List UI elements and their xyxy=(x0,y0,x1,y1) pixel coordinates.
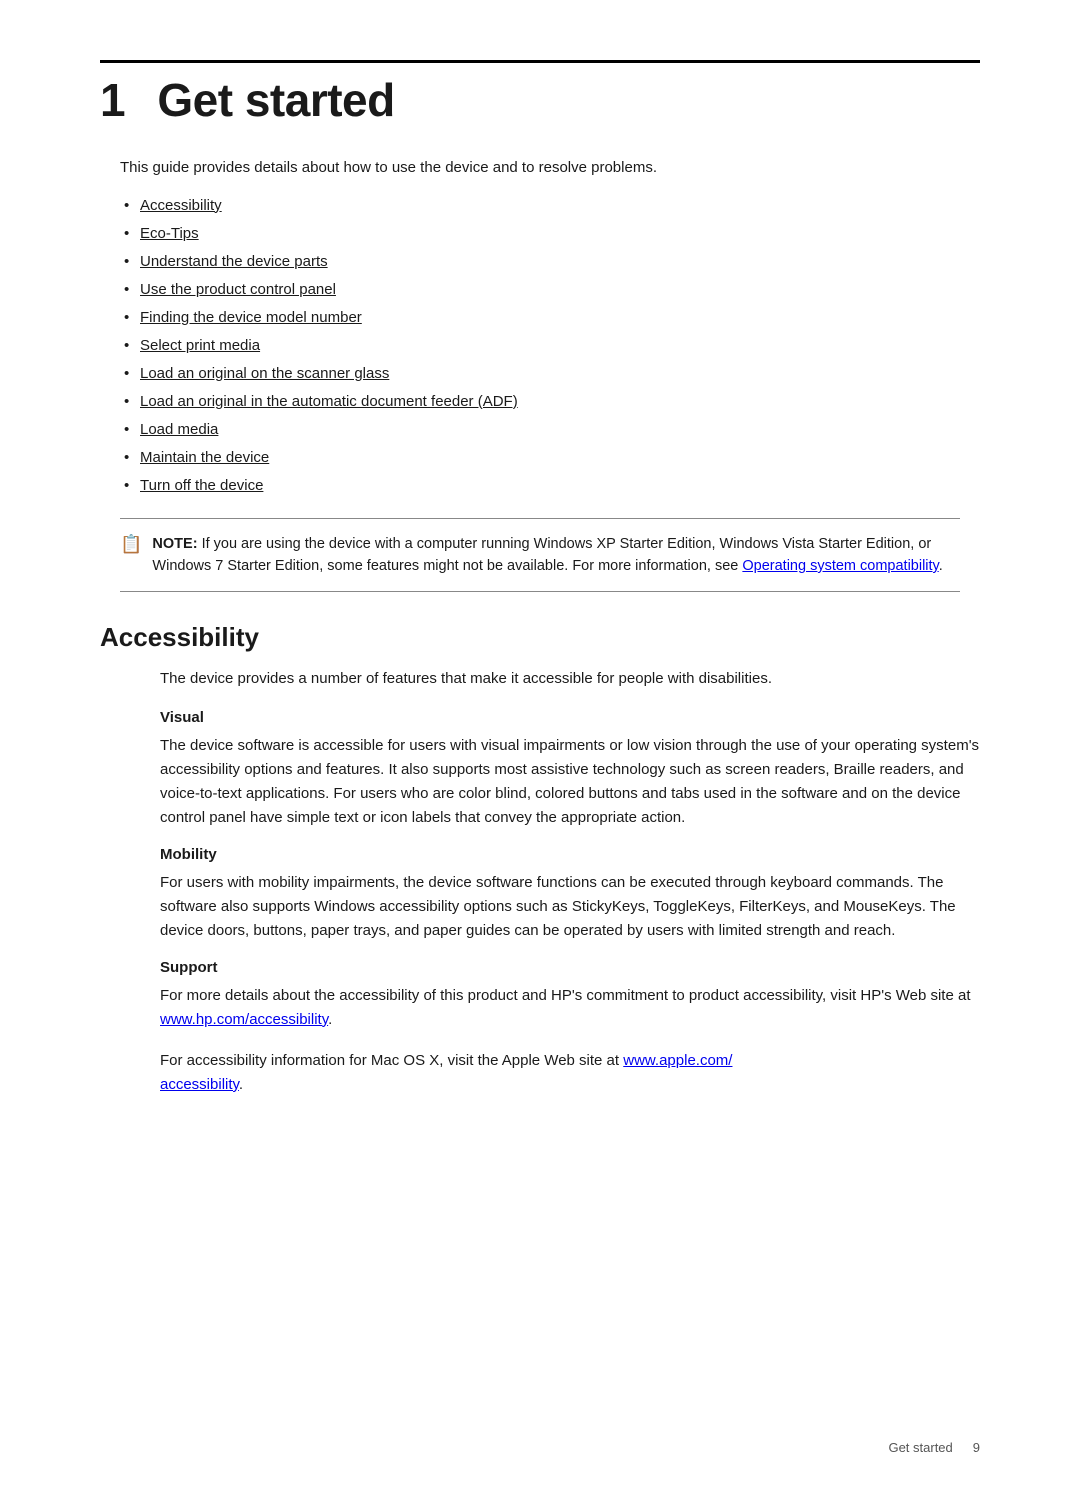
accessibility-section-title: Accessibility xyxy=(100,622,980,653)
visual-body: The device software is accessible for us… xyxy=(160,734,980,830)
toc-link-accessibility[interactable]: Accessibility xyxy=(140,197,222,214)
support-body-2: For accessibility information for Mac OS… xyxy=(160,1049,980,1097)
toc-link-eco-tips[interactable]: Eco-Tips xyxy=(140,225,199,242)
list-item: Load an original in the automatic docume… xyxy=(120,390,980,414)
list-item: Eco-Tips xyxy=(120,222,980,246)
toc-link-load-media[interactable]: Load media xyxy=(140,421,218,438)
note-icon: 📋 xyxy=(120,534,142,555)
note-os-link[interactable]: Operating system compatibility xyxy=(742,558,938,574)
chapter-title-text: Get started xyxy=(157,74,394,126)
note-label: NOTE: xyxy=(152,536,197,552)
list-item: Turn off the device xyxy=(120,474,980,498)
toc-link-maintain[interactable]: Maintain the device xyxy=(140,449,269,466)
list-item: Load media xyxy=(120,418,980,442)
list-item: Understand the device parts xyxy=(120,250,980,274)
footer-page: 9 xyxy=(973,1440,980,1455)
list-item: Finding the device model number xyxy=(120,306,980,330)
toc-link-adf[interactable]: Load an original in the automatic docume… xyxy=(140,393,518,410)
visual-title: Visual xyxy=(160,709,980,726)
mobility-title: Mobility xyxy=(160,846,980,863)
chapter-title: 1 Get started xyxy=(100,73,980,127)
toc-link-model-number[interactable]: Finding the device model number xyxy=(140,309,362,326)
accessibility-section: Accessibility The device provides a numb… xyxy=(100,622,980,1096)
intro-paragraph: This guide provides details about how to… xyxy=(120,157,980,180)
hp-accessibility-link[interactable]: www.hp.com/accessibility xyxy=(160,1011,328,1028)
accessibility-intro: The device provides a number of features… xyxy=(160,667,980,690)
toc-link-turn-off[interactable]: Turn off the device xyxy=(140,477,263,494)
toc-link-print-media[interactable]: Select print media xyxy=(140,337,260,354)
page-footer: Get started 9 xyxy=(100,1440,980,1455)
mobility-subsection: Mobility For users with mobility impairm… xyxy=(160,846,980,943)
list-item: Load an original on the scanner glass xyxy=(120,362,980,386)
chapter-number: 1 xyxy=(100,74,125,126)
toc-link-scanner-glass[interactable]: Load an original on the scanner glass xyxy=(140,365,389,382)
toc-list: Accessibility Eco-Tips Understand the de… xyxy=(120,194,980,498)
toc-link-control-panel[interactable]: Use the product control panel xyxy=(140,281,336,298)
note-content: NOTE: If you are using the device with a… xyxy=(152,533,960,578)
footer-label: Get started xyxy=(888,1440,952,1455)
support-title: Support xyxy=(160,959,980,976)
support-subsection: Support For more details about the acces… xyxy=(160,959,980,1097)
apple-accessibility-link[interactable]: www.apple.com/accessibility xyxy=(160,1052,732,1093)
page-container: 1 Get started This guide provides detail… xyxy=(0,0,1080,1495)
list-item: Select print media xyxy=(120,334,980,358)
support-body-1: For more details about the accessibility… xyxy=(160,984,980,1032)
visual-subsection: Visual The device software is accessible… xyxy=(160,709,980,830)
list-item: Maintain the device xyxy=(120,446,980,470)
list-item: Accessibility xyxy=(120,194,980,218)
note-box: 📋 NOTE: If you are using the device with… xyxy=(120,518,960,593)
mobility-body: For users with mobility impairments, the… xyxy=(160,871,980,943)
toc-link-understand[interactable]: Understand the device parts xyxy=(140,253,328,270)
list-item: Use the product control panel xyxy=(120,278,980,302)
note-text-after: . xyxy=(939,558,943,574)
chapter-header: 1 Get started xyxy=(100,60,980,127)
